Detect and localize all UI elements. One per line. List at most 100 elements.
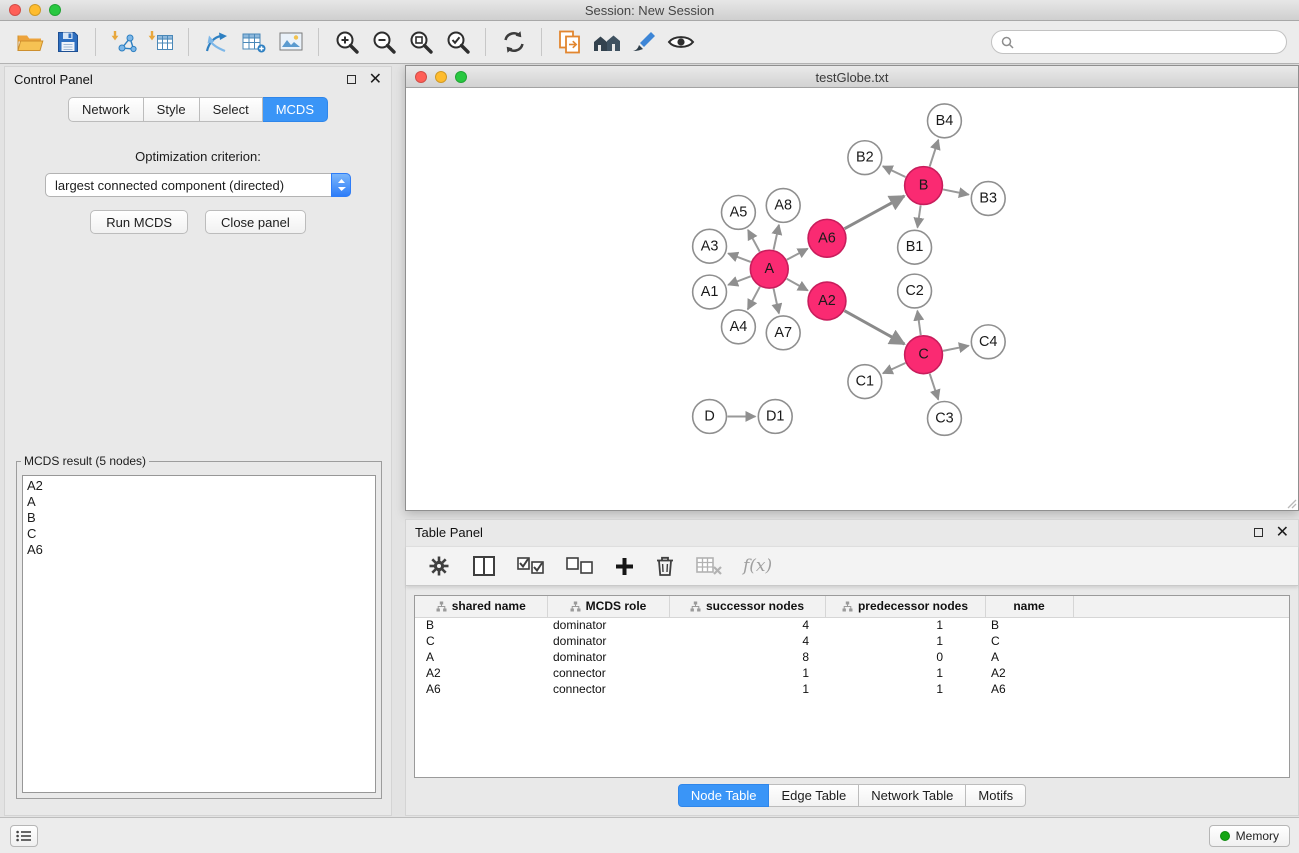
table-cell[interactable]: 1: [825, 665, 985, 681]
table-cell[interactable]: connector: [547, 681, 669, 697]
graph-edge-A6-B[interactable]: [845, 196, 905, 229]
graph-edge-A-A8[interactable]: [774, 225, 779, 250]
table-row[interactable]: A6connector11A6: [415, 681, 1289, 697]
mcds-result-item[interactable]: B: [27, 510, 371, 526]
table-cell[interactable]: A6: [415, 681, 547, 697]
graph-node-A8[interactable]: A8: [766, 189, 800, 223]
refresh-view-button[interactable]: [495, 25, 532, 59]
graph-node-D1[interactable]: D1: [758, 400, 792, 434]
tab-select[interactable]: Select: [200, 97, 263, 122]
dropdown-stepper-icon[interactable]: [331, 173, 351, 197]
close-table-panel-icon[interactable]: ✕: [1276, 525, 1289, 541]
graph-edge-C-C3[interactable]: [930, 374, 939, 400]
graph-node-B[interactable]: B: [905, 167, 943, 205]
graph-node-A[interactable]: A: [750, 250, 788, 288]
network-window-titlebar[interactable]: testGlobe.txt: [406, 66, 1298, 88]
close-panel-icon[interactable]: ✕: [369, 72, 382, 88]
open-file-button[interactable]: [12, 25, 49, 59]
table-cell[interactable]: connector: [547, 665, 669, 681]
graph-node-C1[interactable]: C1: [848, 365, 882, 399]
graph-node-A7[interactable]: A7: [766, 316, 800, 350]
zoom-selected-button[interactable]: [439, 25, 476, 59]
graph-node-A2[interactable]: A2: [808, 282, 846, 320]
graph-node-A3[interactable]: A3: [693, 229, 727, 263]
graph-node-A5[interactable]: A5: [722, 195, 756, 229]
graph-node-C4[interactable]: C4: [971, 325, 1005, 359]
mcds-result-item[interactable]: A6: [27, 542, 371, 558]
table-cell[interactable]: 1: [825, 681, 985, 697]
table-cell[interactable]: 4: [669, 617, 825, 633]
select-all-columns-button[interactable]: [517, 552, 545, 580]
table-cell[interactable]: 8: [669, 649, 825, 665]
show-details-button[interactable]: [662, 25, 699, 59]
graph-edge-C-C4[interactable]: [943, 346, 969, 351]
table-row[interactable]: A2connector11A2: [415, 665, 1289, 681]
import-network-button[interactable]: [105, 25, 142, 59]
network-canvas[interactable]: B4B2BB3A5A8A6B1A3AC2A1A2A4A7C4CC1C3DD1: [406, 89, 1298, 510]
unselect-all-columns-button[interactable]: [566, 552, 594, 580]
table-cell[interactable]: 0: [825, 649, 985, 665]
zoom-in-button[interactable]: [328, 25, 365, 59]
table-cell[interactable]: C: [985, 633, 1073, 649]
import-table-button[interactable]: [142, 25, 179, 59]
graph-node-B4[interactable]: B4: [928, 104, 962, 138]
table-settings-button[interactable]: [427, 552, 451, 580]
resize-grip-icon[interactable]: [1285, 497, 1297, 509]
tab-mcds[interactable]: MCDS: [263, 97, 328, 122]
table-row[interactable]: Adominator80A: [415, 649, 1289, 665]
delete-column-button[interactable]: [655, 552, 675, 580]
first-neighbors-button[interactable]: [588, 25, 625, 59]
column-header-predecessor-nodes[interactable]: predecessor nodes: [825, 596, 985, 617]
column-header-successor-nodes[interactable]: successor nodes: [669, 596, 825, 617]
graph-edge-A-A5[interactable]: [748, 230, 760, 252]
graph-edge-B-B2[interactable]: [883, 166, 906, 177]
table-cell[interactable]: A: [985, 649, 1073, 665]
graph-node-A4[interactable]: A4: [722, 310, 756, 344]
float-table-panel-icon[interactable]: [1254, 528, 1263, 537]
delete-table-button[interactable]: [696, 552, 722, 580]
tab-network-table[interactable]: Network Table: [859, 784, 966, 807]
apply-style-button[interactable]: [625, 25, 662, 59]
close-panel-button[interactable]: Close panel: [205, 210, 306, 234]
graph-node-B2[interactable]: B2: [848, 141, 882, 175]
table-cell[interactable]: B: [415, 617, 547, 633]
table-cell[interactable]: 4: [669, 633, 825, 649]
float-panel-icon[interactable]: [347, 75, 356, 84]
graph-edge-A2-C[interactable]: [844, 311, 904, 344]
graph-edge-A-A7[interactable]: [774, 289, 779, 314]
add-column-button[interactable]: [615, 552, 634, 580]
tab-network[interactable]: Network: [68, 97, 144, 122]
tab-motifs[interactable]: Motifs: [966, 784, 1026, 807]
graph-edge-A-A4[interactable]: [748, 287, 760, 310]
column-header-name[interactable]: name: [985, 596, 1073, 617]
graph-node-D[interactable]: D: [693, 400, 727, 434]
memory-button[interactable]: Memory: [1209, 825, 1290, 847]
graph-edge-A-A3[interactable]: [728, 253, 750, 262]
run-mcds-button[interactable]: Run MCDS: [90, 210, 188, 234]
graph-edge-A-A1[interactable]: [728, 276, 750, 285]
graph-node-C3[interactable]: C3: [928, 402, 962, 436]
table-cell[interactable]: 1: [669, 681, 825, 697]
graph-edge-A-A6[interactable]: [787, 249, 808, 260]
task-history-button[interactable]: [10, 825, 38, 847]
graph-node-C[interactable]: C: [905, 336, 943, 374]
table-cell[interactable]: A2: [985, 665, 1073, 681]
column-header-shared-name[interactable]: shared name: [415, 596, 547, 617]
graph-node-B3[interactable]: B3: [971, 182, 1005, 216]
mcds-result-item[interactable]: A: [27, 494, 371, 510]
mcds-result-list[interactable]: A2ABCA6: [22, 475, 376, 793]
function-builder-button[interactable]: f(x): [743, 552, 772, 580]
graph-edge-C-C1[interactable]: [883, 363, 905, 373]
show-columns-button[interactable]: [472, 552, 496, 580]
graph-edge-B-B3[interactable]: [943, 189, 969, 194]
graph-node-C2[interactable]: C2: [898, 274, 932, 308]
table-cell[interactable]: 1: [825, 617, 985, 633]
search-input[interactable]: [1019, 35, 1277, 49]
table-cell[interactable]: B: [985, 617, 1073, 633]
save-session-button[interactable]: [49, 25, 86, 59]
table-cell[interactable]: dominator: [547, 617, 669, 633]
tab-style[interactable]: Style: [144, 97, 200, 122]
table-cell[interactable]: dominator: [547, 633, 669, 649]
new-network-table-button[interactable]: [235, 25, 272, 59]
tab-node-table[interactable]: Node Table: [678, 784, 770, 807]
